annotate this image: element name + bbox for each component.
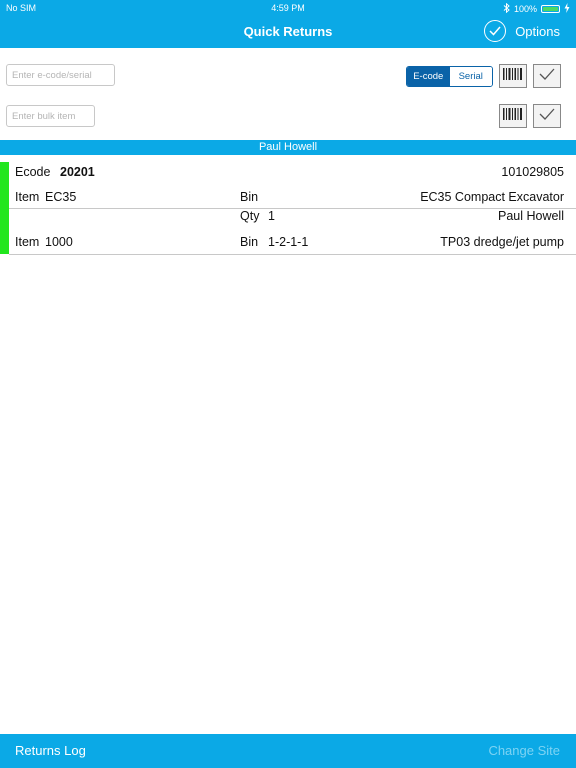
change-site-button[interactable]: Change Site	[488, 743, 560, 758]
item-value: EC35	[45, 190, 77, 204]
battery-percent: 100%	[513, 4, 537, 14]
checkmark-icon	[539, 67, 555, 85]
segment-serial[interactable]: Serial	[449, 67, 492, 86]
qty-value: 1	[268, 209, 275, 223]
options-label: Options	[515, 23, 560, 39]
bin-value: 1-2-1-1	[268, 235, 309, 249]
barcode-icon	[502, 67, 524, 86]
bottom-bar: Returns Log Change Site	[0, 734, 576, 768]
status-indicator	[0, 162, 9, 254]
divider	[9, 254, 576, 255]
confirm-bulk-button[interactable]	[533, 104, 561, 128]
confirm-ecode-button[interactable]	[533, 64, 561, 88]
customer-banner: Paul Howell	[0, 140, 576, 155]
ecode-serial-toggle: E-code Serial	[406, 66, 493, 87]
bin-label: Bin	[240, 235, 259, 249]
item-label: Item	[15, 190, 40, 204]
returns-log-button[interactable]: Returns Log	[15, 743, 86, 758]
barcode-icon	[502, 107, 524, 126]
item-description: EC35 Compact Excavator	[420, 190, 564, 204]
ecode-value: 20201	[60, 165, 95, 179]
assigned-person: Paul Howell	[497, 209, 564, 223]
status-bar: No SIM 4:59 PM 100%	[0, 0, 576, 16]
top-bar: No SIM 4:59 PM 100% Quick Returns Option…	[0, 0, 576, 48]
bulk-item-input[interactable]: Enter bulk item	[6, 105, 95, 127]
ecode-serial-input[interactable]: Enter e-code/serial	[6, 64, 115, 86]
status-right: 100%	[503, 2, 570, 15]
divider	[9, 208, 576, 209]
battery-icon	[541, 5, 560, 13]
bluetooth-icon	[503, 2, 510, 15]
item-label: Item	[15, 235, 40, 249]
scan-ecode-button[interactable]	[499, 64, 527, 88]
ecode-label: Ecode	[15, 165, 51, 179]
status-time: 4:59 PM	[271, 3, 305, 13]
charging-icon	[564, 3, 570, 15]
options-button[interactable]: Options	[484, 20, 560, 42]
check-circle-icon	[484, 20, 507, 42]
bin-label: Bin	[240, 190, 259, 204]
scan-bulk-button[interactable]	[499, 104, 527, 128]
qty-label: Qty	[240, 209, 260, 223]
item-description: TP03 dredge/jet pump	[440, 235, 564, 249]
checkmark-icon	[539, 107, 555, 125]
ecode-number: 101029805	[501, 165, 564, 179]
segment-ecode[interactable]: E-code	[407, 67, 450, 86]
item-value: 1000	[45, 235, 73, 249]
